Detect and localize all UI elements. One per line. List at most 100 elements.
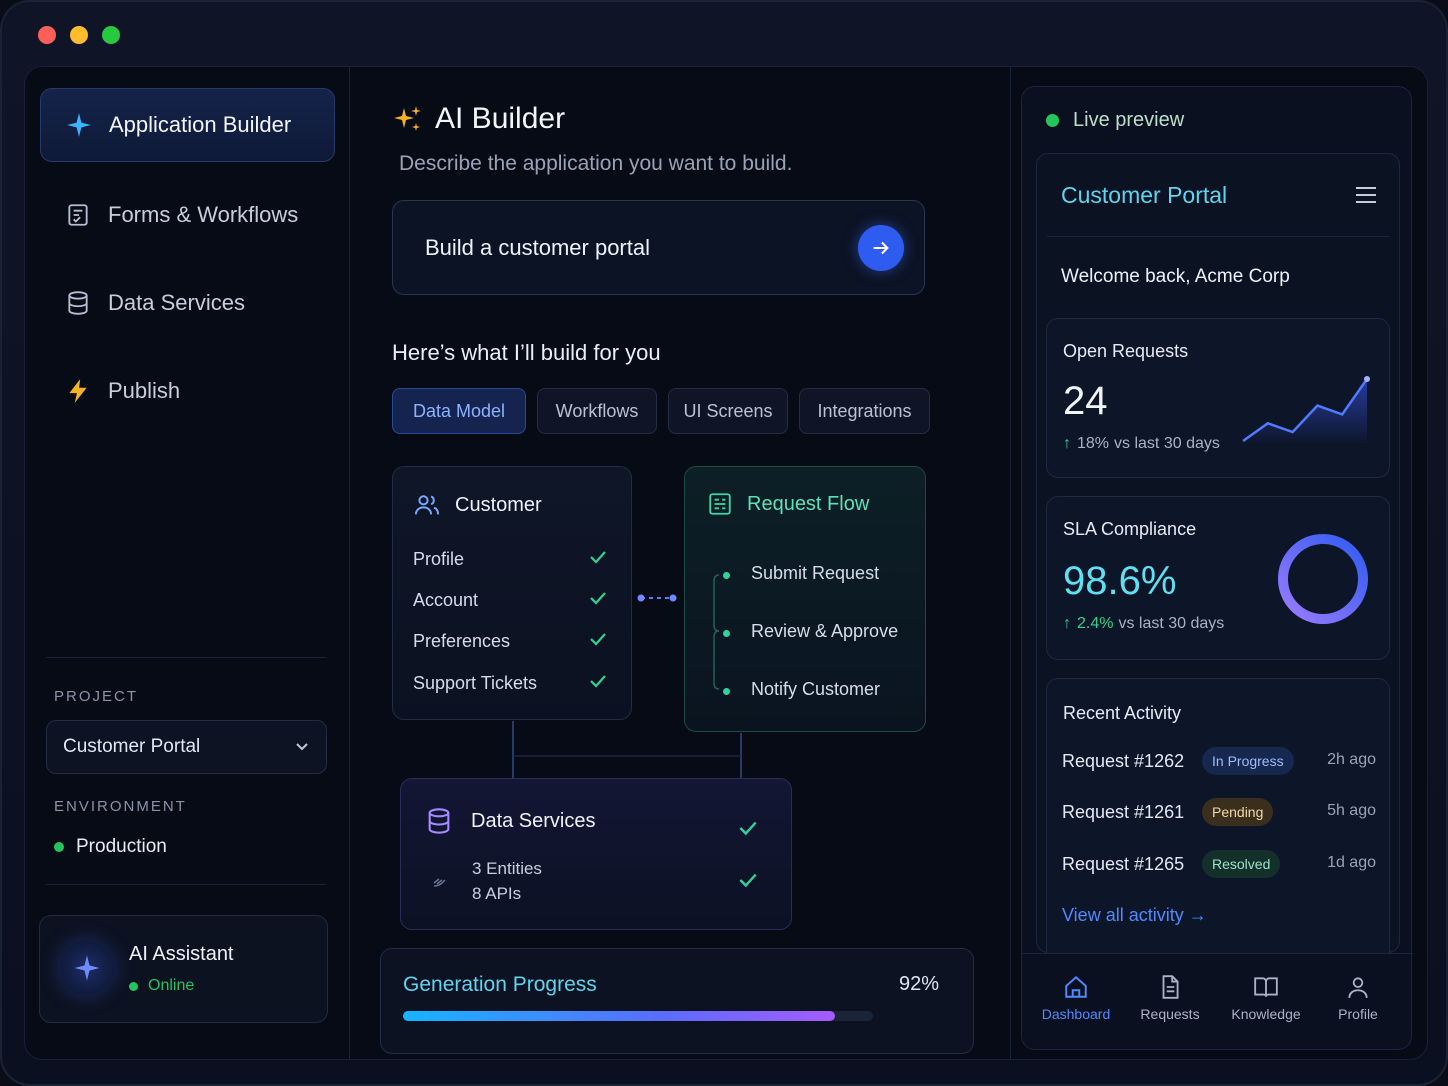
status-badge: Resolved [1202, 850, 1281, 878]
open-requests-card[interactable]: Open Requests 24 ↑ 18% vs last 30 days [1046, 318, 1390, 478]
status-badge: In Progress [1202, 747, 1294, 775]
customer-card-title-text: Customer [455, 493, 542, 516]
sparkline-area [1243, 379, 1367, 445]
generation-progress-card: Generation Progress 92% [380, 948, 974, 1054]
entities-count: 3 Entities [472, 859, 542, 878]
sidebar-item-label: Forms & Workflows [108, 202, 299, 227]
environment-label: ENVIRONMENT [54, 798, 187, 815]
delta-percent: 2.4% [1077, 615, 1114, 632]
ai-assistant-card[interactable]: AI Assistant Online [39, 915, 328, 1023]
customer-entity-card[interactable]: Customer Profile Account Preferences Sup… [392, 466, 632, 720]
check-icon [588, 629, 608, 654]
status-dot [1046, 114, 1059, 127]
welcome-text: Welcome back, Acme Corp [1061, 266, 1290, 287]
minimize-window-button[interactable] [70, 26, 88, 44]
flow-step: Review & Approve [751, 621, 899, 641]
project-select[interactable]: Customer Portal [46, 720, 327, 774]
sla-label: SLA Compliance [1063, 519, 1197, 539]
divider [46, 884, 326, 885]
portal-title: Customer Portal [1061, 182, 1228, 208]
maximize-window-button[interactable] [102, 26, 120, 44]
user-icon [1313, 974, 1403, 1000]
status-dot [54, 842, 64, 852]
progress-value: 92% [898, 973, 939, 995]
bottom-nav: Dashboard Requests Knowledge Profile [1022, 953, 1413, 1051]
form-icon [64, 201, 92, 229]
data-services-card[interactable]: Data Services 3 Entities 8 APIs [400, 778, 792, 930]
chevron-down-icon [294, 739, 310, 761]
delta-text: vs last 30 days [1118, 615, 1225, 632]
sidebar-item-label: Data Services [108, 290, 245, 315]
environment-value: Production [54, 836, 167, 858]
view-all-activity-link[interactable]: View all activity → [1062, 905, 1207, 926]
open-requests-label: Open Requests [1063, 341, 1189, 361]
flow-step-dot [723, 688, 730, 695]
bottom-nav-label: Profile [1338, 1006, 1378, 1022]
activity-row[interactable]: Request #1261 Pending 5h ago [1062, 798, 1376, 826]
project-label: PROJECT [54, 688, 139, 705]
sidebar-item-data-services[interactable]: Data Services [40, 266, 335, 340]
arrow-up-icon: ↑ [1063, 615, 1071, 632]
sidebar-item-label: Application Builder [109, 112, 292, 137]
plug-icon [431, 871, 449, 894]
sidebar-item-application-builder[interactable]: Application Builder [40, 88, 335, 162]
data-services-card-title: Data Services [425, 807, 596, 835]
assistant-name: AI Assistant [129, 943, 234, 965]
flow-step: Submit Request [751, 563, 880, 583]
sparkline-end-point [1364, 376, 1370, 382]
live-preview-text: Live preview [1073, 109, 1185, 131]
bottom-nav-dashboard[interactable]: Dashboard [1031, 974, 1121, 1022]
live-preview-label: Live preview [1046, 109, 1184, 132]
menu-icon[interactable] [1355, 186, 1377, 209]
activity-request: Request #1262 [1062, 751, 1185, 771]
bottom-nav-label: Dashboard [1041, 1006, 1111, 1022]
close-window-button[interactable] [38, 26, 56, 44]
list-item: Support Tickets [413, 671, 608, 696]
arrow-up-icon: ↑ [1063, 435, 1071, 452]
data-services-title-text: Data Services [471, 809, 596, 832]
list-item: Account [413, 588, 608, 613]
activity-time: 2h ago [1327, 751, 1376, 768]
flow-step: Notify Customer [751, 679, 881, 699]
environment-text: Production [76, 836, 167, 857]
check-icon [737, 869, 759, 896]
donut-arc [1278, 534, 1368, 624]
home-icon [1031, 974, 1121, 1000]
database-icon [425, 807, 453, 835]
assistant-status: Online [129, 977, 194, 995]
activity-row[interactable]: Request #1265 Resolved 1d ago [1062, 850, 1376, 878]
live-preview-panel: Live preview Customer Portal Welcome bac… [1021, 86, 1413, 1051]
sla-compliance-card[interactable]: SLA Compliance 98.6% ↑ 2.4% vs last 30 d… [1046, 496, 1390, 660]
sla-value: 98.6% [1063, 559, 1177, 603]
customer-card-title: Customer [413, 491, 542, 519]
sidebar-item-publish[interactable]: Publish [40, 354, 335, 428]
activity-time: 1d ago [1327, 854, 1376, 871]
bottom-nav-profile[interactable]: Profile [1313, 974, 1403, 1022]
recent-activity-card: Recent Activity Request #1262 In Progres… [1046, 678, 1390, 954]
sidebar: Application Builder Forms & Workflows Da… [24, 66, 350, 1060]
document-icon [1125, 974, 1215, 1000]
row-label: Support Tickets [413, 673, 538, 693]
divider [46, 657, 326, 658]
row-label: Account [413, 590, 479, 610]
list-item: Profile [413, 547, 608, 572]
bottom-nav-requests[interactable]: Requests [1125, 974, 1215, 1022]
check-icon [737, 817, 759, 844]
activity-row[interactable]: Request #1262 In Progress 2h ago [1062, 747, 1376, 775]
sidebar-item-forms-workflows[interactable]: Forms & Workflows [40, 178, 335, 252]
flow-step-dot [723, 572, 730, 579]
progress-track [403, 1011, 873, 1021]
bottom-nav-label: Knowledge [1231, 1006, 1301, 1022]
bottom-nav-knowledge[interactable]: Knowledge [1221, 974, 1311, 1022]
sidebar-item-label: Publish [108, 378, 181, 403]
row-label: Preferences [413, 631, 511, 651]
list-item: Preferences [413, 629, 608, 654]
workflow-icon [707, 491, 733, 517]
assistant-status-text: Online [148, 977, 195, 994]
database-icon [64, 289, 92, 317]
request-flow-card[interactable]: Request Flow Submit Request Review & App… [684, 466, 926, 732]
portal-preview: Customer Portal Welcome back, Acme Corp … [1036, 153, 1400, 954]
flow-step-dot [723, 630, 730, 637]
flow-card-title-text: Request Flow [747, 492, 870, 515]
delta-text: vs last 30 days [1114, 435, 1220, 452]
